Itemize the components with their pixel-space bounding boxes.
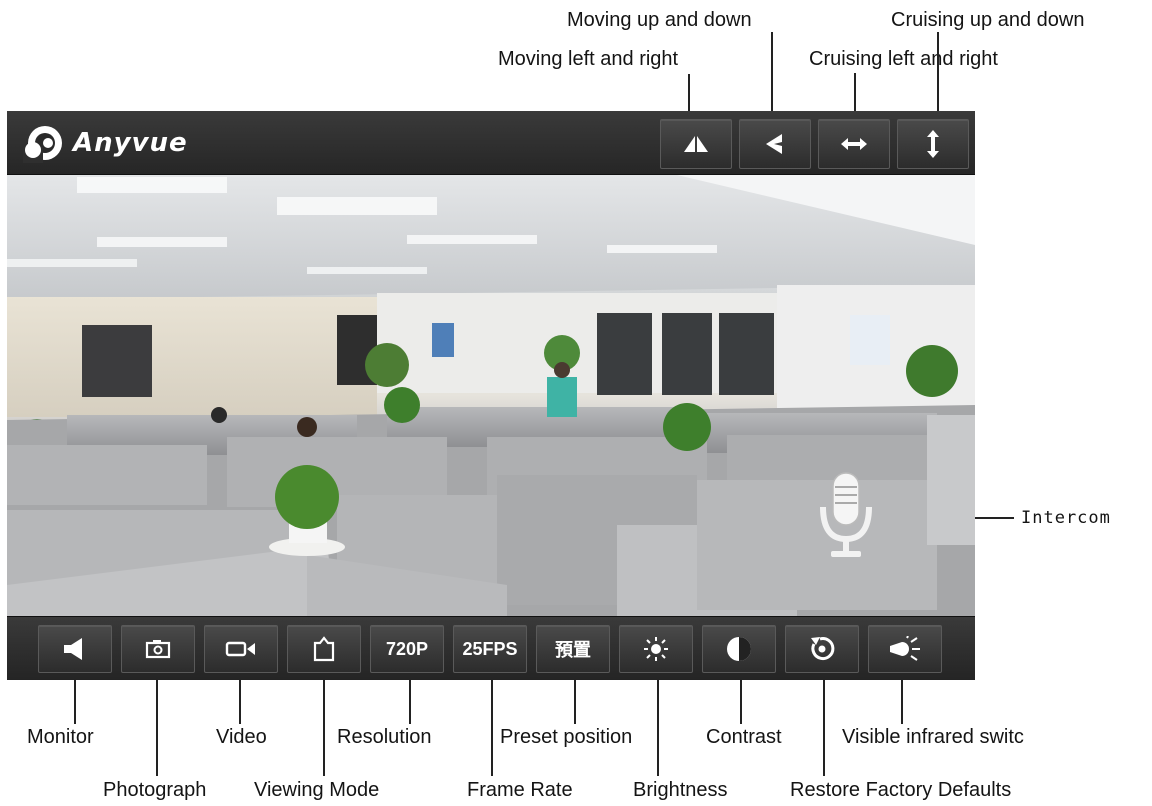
camera-live-view[interactable] (7, 175, 975, 616)
leader-line (409, 680, 411, 724)
leader-line (74, 680, 76, 724)
top-toolbar: Anyvue (7, 111, 975, 175)
video-button[interactable] (204, 625, 278, 673)
restore-icon (811, 637, 835, 661)
viewing-mode-icon (313, 636, 335, 662)
resolution-button[interactable]: 720P (370, 625, 444, 673)
annotation-intercom: Intercom (1021, 508, 1111, 528)
annotation-visible-infrared: Visible infrared switc (842, 726, 1024, 748)
infrared-icon (890, 636, 920, 661)
frame-rate-label: 25FPS (462, 638, 518, 659)
annotation-video: Video (216, 726, 267, 748)
move-up-down-button[interactable] (739, 119, 811, 169)
visible-infrared-switch-button[interactable] (868, 625, 942, 673)
annotation-frame-rate: Frame Rate (467, 779, 573, 801)
preset-label: 預置 (555, 640, 591, 660)
leader-line (156, 680, 158, 776)
preset-position-button[interactable]: 預置 (536, 625, 610, 673)
contrast-button[interactable] (702, 625, 776, 673)
annotation-contrast: Contrast (706, 726, 782, 748)
leader-line (937, 32, 939, 119)
frame-rate-button[interactable]: 25FPS (453, 625, 527, 673)
annotation-preset-position: Preset position (500, 726, 633, 748)
leader-line (823, 680, 825, 776)
restore-factory-defaults-button[interactable] (785, 625, 859, 673)
annotation-monitor: Monitor (27, 726, 94, 748)
cruise-left-right-button[interactable] (818, 119, 890, 169)
photograph-button[interactable] (121, 625, 195, 673)
annotation-moving-left-right: Moving left and right (498, 48, 679, 70)
leader-line (901, 680, 903, 724)
cloud-logo-icon (23, 126, 62, 163)
anyvue-logo: Anyvue (23, 123, 188, 163)
video-camera-icon (225, 641, 255, 657)
leader-line (740, 680, 742, 724)
viewing-mode-button[interactable] (287, 625, 361, 673)
cruise-up-down-button[interactable] (897, 119, 969, 169)
leader-line (239, 680, 241, 724)
intercom-button[interactable] (813, 467, 879, 563)
leader-line (657, 680, 659, 776)
camera-icon (145, 640, 171, 659)
double-arrow-vertical-icon (927, 130, 939, 158)
microphone-icon (820, 472, 872, 557)
annotation-moving-up-down: Moving up and down (567, 9, 752, 31)
annotation-viewing-mode: Viewing Mode (254, 779, 380, 801)
contrast-icon (727, 637, 751, 661)
double-arrow-horizontal-icon (841, 138, 867, 150)
triangle-split-icon (684, 136, 708, 152)
triangle-left-icon (766, 134, 782, 154)
annotation-brightness: Brightness (633, 779, 728, 801)
brightness-button[interactable] (619, 625, 693, 673)
annotation-photograph: Photograph (103, 779, 207, 801)
sun-icon (644, 637, 668, 661)
resolution-label: 720P (385, 638, 429, 659)
leader-line (771, 32, 773, 119)
logo-text: Anyvue (73, 128, 188, 158)
speaker-icon (64, 638, 82, 660)
annotation-cruising-up-down: Cruising up and down (891, 9, 1085, 31)
annotation-restore-factory-defaults: Restore Factory Defaults (790, 779, 1012, 801)
move-left-right-button[interactable] (660, 119, 732, 169)
bottom-toolbar: 720P 25FPS 預置 (7, 616, 975, 680)
leader-line (491, 680, 493, 776)
annotation-cruising-left-right: Cruising left and right (809, 48, 998, 70)
annotation-resolution: Resolution (337, 726, 432, 748)
camera-app-window: Anyvue 720P 25FPS 預置 (7, 111, 975, 680)
leader-line (574, 680, 576, 724)
monitor-button[interactable] (38, 625, 112, 673)
leader-line (323, 680, 325, 776)
